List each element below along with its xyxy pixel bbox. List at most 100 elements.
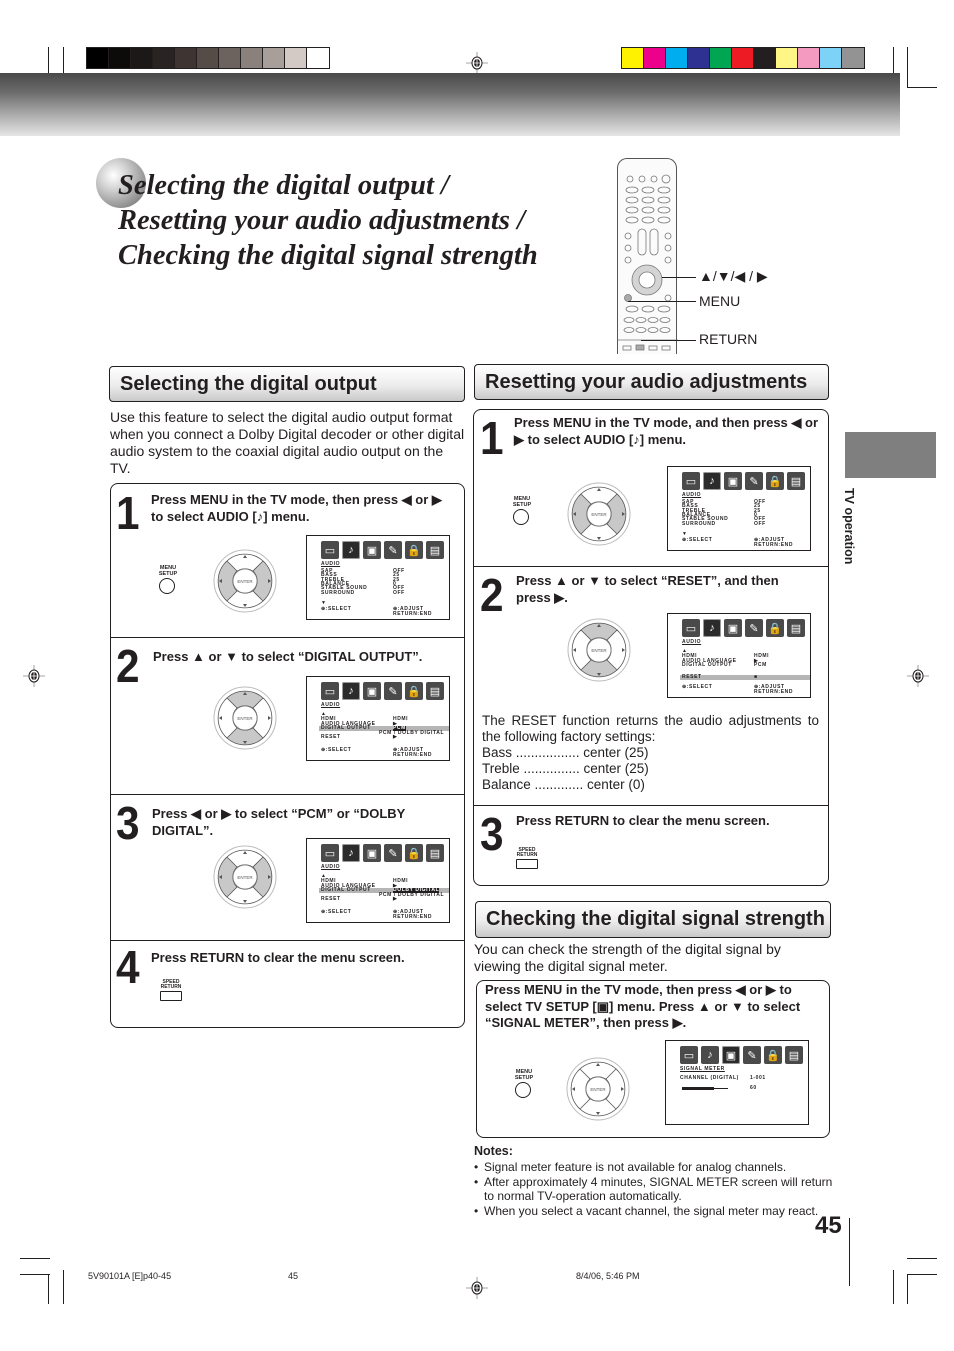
tv-setup-icon: ▣ xyxy=(363,541,381,559)
audio-menu-screen: ▭ ♪ ▣ ✎ 🔒 ▤ AUDIO ▲ HDMI HDMI AUDIO LANGUAGE ▶ DIGIT… xyxy=(667,613,811,698)
caption-icon: ▤ xyxy=(426,844,444,862)
button-circle-icon xyxy=(515,1082,531,1098)
osd-row-label: DIGITAL OUTPUT xyxy=(321,887,371,893)
osd-row-label: RESET xyxy=(321,896,341,902)
osd-end-hint: RETURN:END xyxy=(393,611,433,617)
lock-icon: 🔒 xyxy=(766,472,784,490)
note-item: When you select a vacant channel, the si… xyxy=(474,1204,834,1219)
gray-swatch xyxy=(285,48,307,68)
section-heading-digital-output: Selecting the digital output xyxy=(109,366,465,402)
crop-mark xyxy=(907,47,908,87)
setup-wrench-icon: ✎ xyxy=(743,1046,761,1064)
signal-strength-intro: You can check the strength of the digita… xyxy=(474,941,781,974)
caption-icon: ▤ xyxy=(426,682,444,700)
osd-option-list: PCM / DOLBY DIGITAL xyxy=(379,729,445,736)
crop-mark xyxy=(63,1270,64,1304)
osd-option-list: PCM / DOLBY DIGITAL xyxy=(379,891,445,898)
gray-swatch xyxy=(153,48,175,68)
step-number: 2 xyxy=(480,569,504,621)
setup-wrench-icon: ✎ xyxy=(384,682,402,700)
leader-line xyxy=(662,277,696,278)
enter-label: ENTER xyxy=(237,579,253,584)
osd-row-label: RESET xyxy=(321,734,341,740)
menu-setup-button: MENU SETUP xyxy=(158,565,178,594)
crop-mark xyxy=(907,1274,908,1304)
menu-icon-row: ▭ ♪ ▣ ✎ 🔒 ▤ xyxy=(321,844,444,862)
reset-factory-note: The RESET function returns the audio adj… xyxy=(482,713,819,744)
button-rect-icon xyxy=(160,991,182,1001)
osd-channel-value: 1-001 xyxy=(750,1075,766,1081)
osd-row-label: RESET xyxy=(682,673,702,680)
picture-icon: ▭ xyxy=(321,844,339,862)
menu-icon-row: ▭ ♪ ▣ ✎ 🔒 ▤ xyxy=(682,472,805,490)
step-instruction: Press ◀ or ▶ to select “PCM” or “DOLBY D… xyxy=(152,806,406,838)
step-number: 1 xyxy=(480,412,504,464)
button-circle-icon xyxy=(513,509,529,525)
page-number-rule xyxy=(849,1218,850,1286)
leader-line xyxy=(628,301,696,302)
factory-setting-treble: Treble ............... center (25) xyxy=(482,761,649,776)
factory-setting-bass: Bass ................. center (25) xyxy=(482,745,649,760)
button-rect-icon xyxy=(516,859,538,869)
tv-setup-icon: ▣ xyxy=(722,1046,740,1064)
picture-icon: ▭ xyxy=(682,619,700,637)
color-swatch xyxy=(754,48,776,68)
arrow-keys-label: ▲/▼/◀ / ▶ xyxy=(699,268,768,284)
step-instruction: Press MENU in the TV mode, and then pres… xyxy=(514,415,819,447)
osd-title: AUDIO xyxy=(321,561,341,567)
step-divider xyxy=(110,940,465,941)
process-color-bar xyxy=(621,47,865,69)
lock-icon: 🔒 xyxy=(766,619,784,637)
color-swatch xyxy=(666,48,688,68)
digital-output-intro: Use this feature to select the digital a… xyxy=(110,409,465,476)
step-instruction: Press RETURN to clear the menu screen. xyxy=(151,950,405,965)
button-label: MENU SETUP xyxy=(514,1069,534,1081)
osd-end-hint: RETURN:END xyxy=(393,752,433,758)
dpad-left-right-icon: ENTER xyxy=(213,845,277,909)
speed-return-button: SPEED RETURN xyxy=(160,980,182,1001)
color-swatch xyxy=(842,48,864,68)
dpad-left-right-icon: ENTER xyxy=(567,482,631,546)
osd-row-label: DIGITAL OUTPUT xyxy=(321,725,371,731)
section-heading-signal-strength: Checking the digital signal strength xyxy=(475,901,831,938)
step-number: 1 xyxy=(116,487,140,539)
osd-select-hint: ⊕:SELECT xyxy=(682,684,713,690)
dpad-left-right-icon: ENTER xyxy=(213,549,277,613)
enter-label: ENTER xyxy=(237,716,253,721)
section-heading-text: Selecting the digital output xyxy=(120,372,377,395)
notes-list: Signal meter feature is not available fo… xyxy=(474,1160,834,1218)
osd-row-label: SURROUND xyxy=(321,589,355,596)
menu-icon-row: ▭ ♪ ▣ ✎ 🔒 ▤ xyxy=(321,541,444,559)
page-title-line: Resetting your audio adjustments / xyxy=(118,205,525,236)
lock-icon: 🔒 xyxy=(405,682,423,700)
enter-label: ENTER xyxy=(237,875,253,880)
footer-date: 8/4/06, 5:46 PM xyxy=(576,1271,640,1281)
dpad-up-down-icon: ENTER xyxy=(213,686,277,750)
color-swatch xyxy=(776,48,798,68)
footer-file-name: 5V90101A [E]p40-45 xyxy=(88,1271,172,1281)
setup-wrench-icon: ✎ xyxy=(745,619,763,637)
crop-mark xyxy=(20,1274,50,1275)
setup-wrench-icon: ✎ xyxy=(384,541,402,559)
notes-heading: Notes: xyxy=(474,1144,513,1158)
remote-control-illustration xyxy=(617,158,678,354)
osd-title: AUDIO xyxy=(321,702,341,708)
audio-menu-screen: ▭ ♪ ▣ ✎ 🔒 ▤ AUDIO SAP OFF BASS 25 TREBLE 25 BALANCE 0 S… xyxy=(306,535,450,620)
gray-swatch xyxy=(109,48,131,68)
gray-swatch xyxy=(87,48,109,68)
crop-mark xyxy=(893,1270,894,1304)
gray-swatch xyxy=(263,48,285,68)
osd-end-hint: RETURN:END xyxy=(393,914,433,920)
page-title: Selecting the digital output / Resetting… xyxy=(118,168,538,273)
osd-select-hint: ⊕:SELECT xyxy=(321,606,352,612)
color-swatch xyxy=(622,48,644,68)
audio-menu-screen: ▭ ♪ ▣ ✎ 🔒 ▤ AUDIO ▲ HDMI HDMI AUDIO LANGUAGE ▶ DIGIT… xyxy=(306,838,450,923)
color-swatch xyxy=(644,48,666,68)
enter-label: ENTER xyxy=(591,512,607,517)
step-instruction: Press RETURN to clear the menu screen. xyxy=(516,813,770,828)
tv-setup-icon: ▣ xyxy=(724,619,742,637)
button-label: MENU SETUP xyxy=(512,496,532,508)
page-title-line: Checking the digital signal strength xyxy=(118,240,538,271)
osd-select-hint: ⊕:SELECT xyxy=(682,537,713,543)
audio-menu-screen: ▭ ♪ ▣ ✎ 🔒 ▤ AUDIO SAP OFF BASS 25 TREBLE 25 BALANCE 0 S… xyxy=(667,466,811,551)
